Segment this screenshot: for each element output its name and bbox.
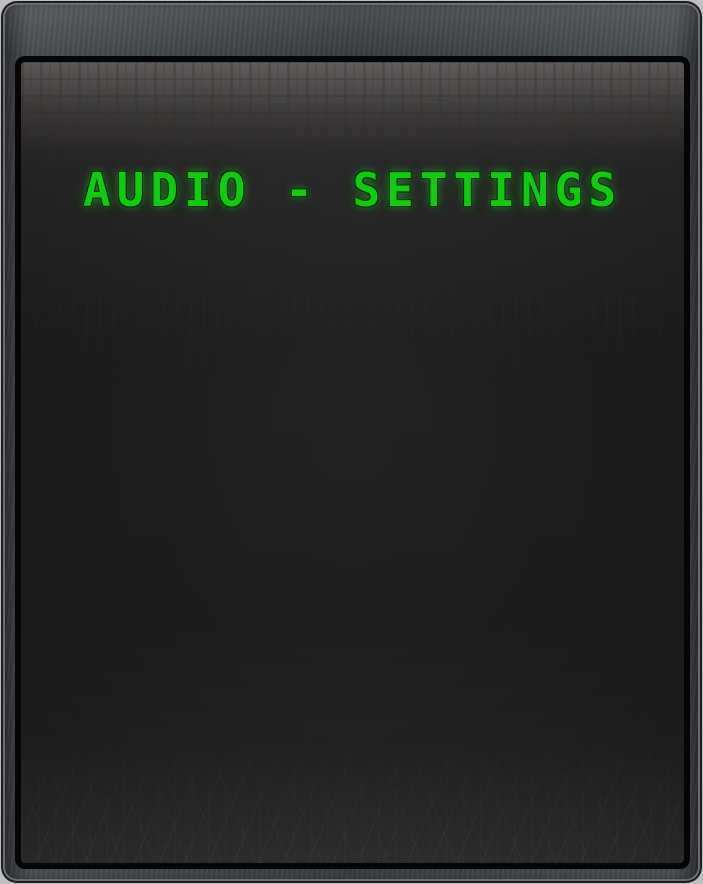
settings-panel: AUDIO - SETTINGS [15,56,690,869]
metal-frame: AUDIO - SETTINGS [1,1,702,883]
rust-texture-middle [21,262,684,382]
scratch-texture-bottom [21,713,684,863]
rust-texture-top [21,62,684,172]
screen-title: AUDIO - SETTINGS [82,163,623,217]
